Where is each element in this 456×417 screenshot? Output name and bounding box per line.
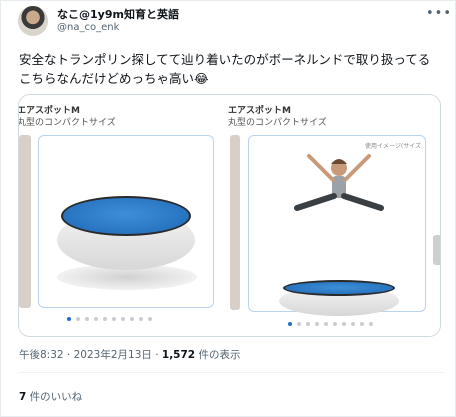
divider — [19, 372, 444, 373]
product-subtitle: 丸型のコンパクトサイズ — [228, 118, 327, 128]
carousel-dot[interactable] — [297, 322, 301, 326]
more-horizontal-icon[interactable]: ••• — [426, 6, 452, 21]
carousel-dot[interactable] — [121, 317, 125, 321]
author-handle[interactable]: @na_co_enk — [57, 22, 119, 33]
carousel-dot[interactable] — [67, 317, 71, 321]
carousel-dot[interactable] — [288, 322, 292, 326]
avatar[interactable] — [18, 6, 48, 36]
tweet-date[interactable]: 2023年2月13日 — [74, 349, 152, 361]
thumbnail-prev[interactable] — [230, 135, 240, 310]
carousel-dots — [67, 317, 152, 321]
thumbnail-main[interactable] — [38, 135, 214, 308]
carousel-dot[interactable] — [360, 322, 364, 326]
carousel-dot[interactable] — [130, 317, 134, 321]
carousel-dots — [288, 322, 373, 326]
likes-label: 件のいいね — [26, 391, 83, 403]
tweet-text: 安全なトランポリン探してて辿り着いたのがボーネルンドで取り扱ってる こちらなんだ… — [19, 50, 444, 88]
tweet-text-line: 安全なトランポリン探してて辿り着いたのがボーネルンドで取り扱ってる — [19, 52, 431, 67]
carousel-dot[interactable] — [333, 322, 337, 326]
tweet-meta: 午後8:32 · 2023年2月13日 · 1,572 件の表示 — [19, 347, 240, 362]
carousel-dot[interactable] — [315, 322, 319, 326]
carousel-dot[interactable] — [306, 322, 310, 326]
carousel-dot[interactable] — [112, 317, 116, 321]
carousel-dot[interactable] — [103, 317, 107, 321]
usage-image-label: 使用イメージ(サイズ — [365, 143, 422, 150]
tweet-time[interactable]: 午後8:32 — [19, 349, 64, 361]
media-image-1[interactable]: エアスポットM 丸型のコンパクトサイズ — [18, 95, 231, 336]
carousel-dot[interactable] — [94, 317, 98, 321]
tweet-text-line: こちらなんだけどめっちゃ高い😂 — [19, 71, 209, 86]
carousel-dot[interactable] — [76, 317, 80, 321]
carousel-dot[interactable] — [324, 322, 328, 326]
views-count: 1,572 — [161, 349, 196, 361]
carousel-dot[interactable] — [351, 322, 355, 326]
media-image-2[interactable]: エアスポットM 丸型のコンパクトサイズ 使用イメージ(サイズ — [228, 95, 440, 336]
meta-separator: · — [63, 349, 74, 361]
tweet-card: なこ@1y9m知育と英語 @na_co_enk ••• 安全なトランポリン探して… — [0, 0, 456, 417]
thumbnail-prev[interactable] — [19, 135, 31, 308]
media-card[interactable]: エアスポットM 丸型のコンパクトサイズ エアスポットM 丸型のコンパクトサイズ … — [18, 94, 441, 337]
carousel-dot[interactable] — [342, 322, 346, 326]
carousel-dot[interactable] — [369, 322, 373, 326]
views-label: 件の表示 — [195, 349, 241, 361]
carousel-dot[interactable] — [139, 317, 143, 321]
carousel-dot[interactable] — [148, 317, 152, 321]
author-display-name[interactable]: なこ@1y9m知育と英語 — [57, 6, 179, 22]
thumbnail-main[interactable]: 使用イメージ(サイズ — [248, 135, 426, 316]
thumbnail-next[interactable] — [433, 235, 440, 265]
meta-separator: · — [151, 349, 162, 361]
product-subtitle: 丸型のコンパクトサイズ — [18, 118, 116, 128]
jumping-child-image — [294, 154, 384, 211]
carousel-dot[interactable] — [85, 317, 89, 321]
likes-link[interactable]: 7 件のいいね — [19, 389, 82, 404]
